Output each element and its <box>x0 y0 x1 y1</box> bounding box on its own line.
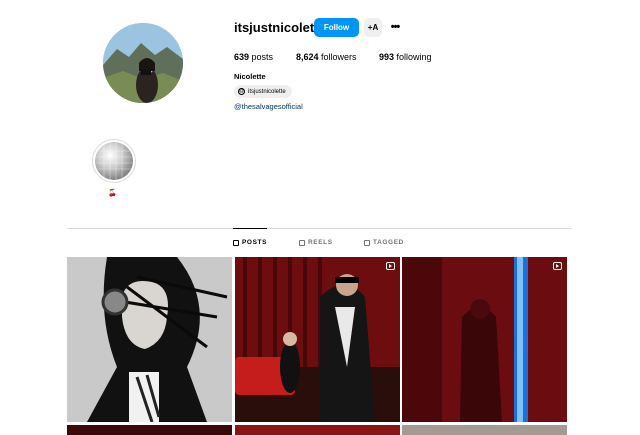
following-count: 993 <box>379 52 395 62</box>
reel-badge-icon <box>386 262 395 270</box>
suggested-accounts-button[interactable]: +A <box>364 18 382 37</box>
post-tile[interactable] <box>235 257 400 422</box>
threads-handle: itsjustnicolette <box>248 88 286 95</box>
more-options-button[interactable]: ••• <box>388 20 402 34</box>
tab-reels-label: REELS <box>308 239 333 246</box>
threads-icon: @ <box>238 88 245 95</box>
more-icon: ••• <box>390 21 401 33</box>
post-tile[interactable] <box>67 425 232 435</box>
post-image <box>235 257 400 422</box>
tab-tagged-label: TAGGED <box>373 239 404 246</box>
following-stat[interactable]: 993 following <box>379 51 432 63</box>
followers-label: followers <box>321 52 357 62</box>
post-image <box>67 257 232 422</box>
follow-button[interactable]: Follow <box>314 18 359 37</box>
reels-icon <box>299 239 305 246</box>
post-tile[interactable] <box>67 257 232 422</box>
tab-posts-label: POSTS <box>242 239 268 246</box>
posts-stat: 639 posts <box>234 51 273 63</box>
threads-badge[interactable]: @ itsjustnicolette <box>234 85 292 98</box>
tagged-icon <box>364 239 370 246</box>
grid-icon <box>233 239 239 246</box>
post-tile[interactable] <box>402 257 567 422</box>
highlight-label: 🍒 <box>108 190 117 197</box>
tab-tagged[interactable]: TAGGED <box>364 239 404 246</box>
post-tile[interactable] <box>402 425 567 435</box>
followers-stat[interactable]: 8,624 followers <box>296 51 357 63</box>
reel-badge-icon <box>553 262 562 270</box>
following-label: following <box>396 52 432 62</box>
bio-link[interactable]: @thesalvagesofficial <box>234 102 303 111</box>
tab-reels[interactable]: REELS <box>299 239 333 246</box>
story-highlight[interactable] <box>92 139 136 183</box>
tabs-divider <box>67 228 572 229</box>
post-tile[interactable] <box>235 425 400 435</box>
profile-full-name: Nicolette <box>234 72 266 81</box>
followers-count: 8,624 <box>296 52 319 62</box>
active-tab-indicator <box>233 228 267 229</box>
disco-ball-icon <box>95 142 133 180</box>
add-person-icon: +A <box>367 23 379 32</box>
profile-username: itsjustnicolette <box>234 20 326 35</box>
post-image <box>402 257 567 422</box>
profile-avatar[interactable] <box>103 23 183 103</box>
posts-count: 639 <box>234 52 250 62</box>
posts-label: posts <box>251 52 274 62</box>
tab-posts[interactable]: POSTS <box>233 239 267 246</box>
